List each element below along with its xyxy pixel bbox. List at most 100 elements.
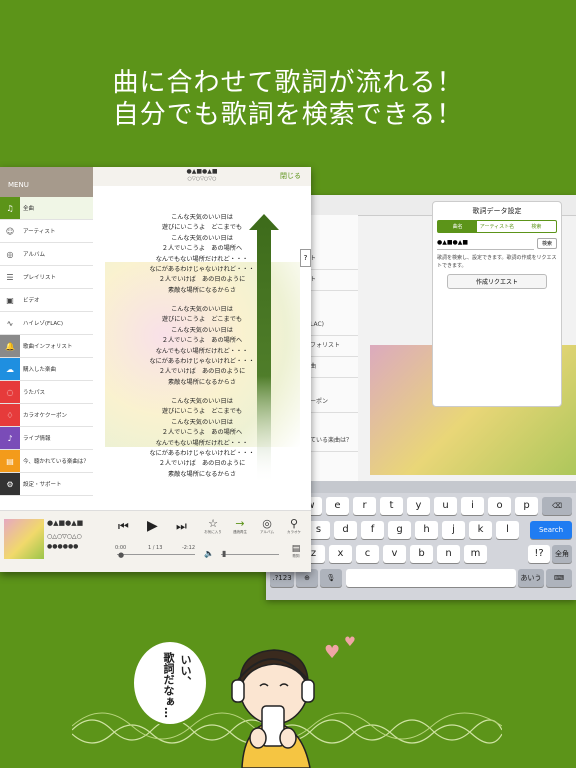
player-album: ●●●●●● — [47, 543, 79, 550]
kana-key[interactable]: あいう — [518, 569, 544, 587]
menu-item[interactable]: ♪ ライブ情報 — [0, 427, 93, 450]
key-i[interactable]: i — [461, 497, 484, 515]
microphone-icon[interactable]: 🎙 — [320, 569, 342, 587]
menu-item-label: 全曲 — [23, 206, 35, 212]
lyrics-settings-dialog: 歌詞データ設定 曲名 アーティスト名 検索 ●▲■●▲■ 検索 歌詞を検索し、設… — [432, 201, 562, 407]
key-r[interactable]: r — [353, 497, 376, 515]
menu-item-label: カラオケクーポン — [23, 413, 68, 419]
key-n[interactable]: n — [437, 545, 460, 563]
menu-item-icon: 🔔 — [0, 335, 20, 357]
key-k[interactable]: k — [469, 521, 492, 539]
punctuation-key[interactable]: !? — [528, 545, 550, 563]
tab-search[interactable]: 検索 — [517, 221, 556, 232]
menu-item[interactable]: ⚙ 設定・サポート — [0, 473, 93, 496]
menu-item[interactable]: ☺ アーティスト — [0, 220, 93, 243]
volume-icon: 🔈 — [204, 549, 214, 558]
scroll-up-arrow-icon — [249, 214, 279, 484]
key-f[interactable]: f — [361, 521, 384, 539]
headline-line2: 自分でも歌詞を検索できる！ — [112, 100, 464, 130]
menu-item[interactable]: ◌ うたパス — [0, 381, 93, 404]
suggestion-bar — [266, 481, 576, 493]
keyboard-hide-icon[interactable]: ⌨ — [546, 569, 572, 587]
dialog-title: 歌詞データ設定 — [472, 207, 522, 215]
menu-item-icon: ∿ — [0, 312, 20, 334]
listening-girl-illustration — [231, 649, 315, 768]
help-button[interactable]: ? — [300, 249, 311, 267]
search-key[interactable]: Search — [530, 521, 572, 539]
backspace-icon[interactable]: ⌫ — [542, 497, 572, 515]
key-j[interactable]: j — [442, 521, 465, 539]
key-d[interactable]: d — [334, 521, 357, 539]
key-e[interactable]: e — [326, 497, 349, 515]
menu-item-label: 歌曲インフォリスト — [23, 344, 73, 350]
key-u[interactable]: u — [434, 497, 457, 515]
menu-item-icon: ▣ — [0, 289, 20, 311]
previous-icon[interactable]: ⏮ — [118, 519, 129, 534]
speech-text-2: 歌詞だなぁ… — [162, 652, 175, 718]
menu-item-icon: ☁ — [0, 358, 20, 380]
menu-item-icon: ♢ — [0, 404, 20, 426]
player-bar: ●▲■●▲■ ○△○▽○△○ ●●●●●● ⏮ ▶ ⏭ ☆ お気に入り → 連続再生… — [0, 510, 311, 572]
key-x[interactable]: x — [329, 545, 352, 563]
menu-item[interactable]: ∿ ハイレゾ(FLAC) — [0, 312, 93, 335]
album-button[interactable]: ◎ アルバム — [254, 517, 280, 535]
tab-song-title[interactable]: 曲名 — [438, 221, 478, 232]
search-input[interactable]: ●▲■●▲■ — [437, 237, 534, 250]
dialog-message: 歌詞を検索し、設定できます。歌詞の作成をリクエストできます。 — [437, 255, 557, 269]
lyrics-button[interactable]: ▤ 歌詞 — [283, 544, 309, 559]
lyrics-screen: MENU ♫ 全曲 ☺ アーティスト ◎ アルバム ☰ プレイリスト ▣ ビデオ ∿ ハイレゾ(FLA… — [0, 167, 311, 572]
menu-item-label: 購入した楽曲 — [23, 367, 57, 373]
volume-slider[interactable] — [221, 554, 279, 555]
continuous-play-button[interactable]: → 連続再生 — [227, 517, 253, 535]
menu-item-icon: ▤ — [0, 450, 20, 472]
close-button[interactable]: 閉じる — [280, 171, 301, 181]
key-m[interactable]: m — [464, 545, 487, 563]
menu-item-label: アーティスト — [23, 229, 56, 235]
key-t[interactable]: t — [380, 497, 403, 515]
key-p[interactable]: p — [515, 497, 538, 515]
tab-artist-name[interactable]: アーティスト名 — [477, 221, 516, 232]
next-icon[interactable]: ⏭ — [176, 519, 187, 534]
menu-item[interactable]: ♢ カラオケクーポン — [0, 404, 93, 427]
progress-knob[interactable]: ● — [118, 551, 124, 559]
album-art-thumbnail[interactable] — [4, 519, 44, 559]
menu-item[interactable]: ☁ 購入した楽曲 — [0, 358, 93, 381]
menu-item-icon: ☰ — [0, 266, 20, 288]
menu-item[interactable]: ▣ ビデオ — [0, 289, 93, 312]
search-mode-tabs: 曲名 アーティスト名 検索 — [437, 220, 557, 233]
play-icon[interactable]: ▶ — [147, 518, 158, 534]
request-button[interactable]: 作成リクエスト — [447, 274, 547, 289]
karaoke-button[interactable]: ⚲ カラオケ — [281, 517, 307, 535]
key-v[interactable]: v — [383, 545, 406, 563]
menu-item[interactable]: ◎ アルバム — [0, 243, 93, 266]
key-o[interactable]: o — [488, 497, 511, 515]
remaining-time: -2:12 — [182, 545, 196, 551]
player-song-title: ●▲■●▲■ — [47, 519, 84, 527]
menu-item-label: 今、聴かれている楽曲は？ — [23, 459, 89, 465]
volume-knob[interactable]: ▮ — [222, 549, 226, 558]
track-counter: 1 / 13 — [148, 545, 163, 551]
menu-item-icon: ◎ — [0, 243, 20, 265]
menu-item-label: プレイリスト — [23, 275, 57, 281]
key-h[interactable]: h — [415, 521, 438, 539]
key-g[interactable]: g — [388, 521, 411, 539]
menu-item-label: アルバム — [23, 252, 45, 258]
search-screen: ト ト LAC) フォリスト 曲 ーポン ている楽曲は？ 歌詞データ設定 曲名 … — [266, 195, 576, 600]
menu-item[interactable]: ☰ プレイリスト — [0, 266, 93, 289]
menu-item[interactable]: ♫ 全曲 — [0, 197, 93, 220]
fullwidth-key[interactable]: 全角 — [552, 545, 572, 563]
menu-item-label: うたパス — [23, 390, 46, 396]
menu-item-icon: ◌ — [0, 381, 20, 403]
space-key[interactable] — [346, 569, 516, 587]
favorite-button[interactable]: ☆ お気に入り — [200, 517, 226, 535]
software-keyboard: qwertyuiop⌫ asdfghjklSearch ⇧zxcvbnm!?全角… — [266, 481, 576, 600]
speech-text-1: いい、 — [179, 654, 192, 687]
progress-slider[interactable] — [117, 554, 195, 555]
menu-item[interactable]: 🔔 歌曲インフォリスト — [0, 335, 93, 358]
menu-item[interactable]: ▤ 今、聴かれている楽曲は？ — [0, 450, 93, 473]
key-c[interactable]: c — [356, 545, 379, 563]
search-button[interactable]: 検索 — [536, 238, 557, 249]
key-l[interactable]: l — [496, 521, 519, 539]
key-b[interactable]: b — [410, 545, 433, 563]
key-y[interactable]: y — [407, 497, 430, 515]
